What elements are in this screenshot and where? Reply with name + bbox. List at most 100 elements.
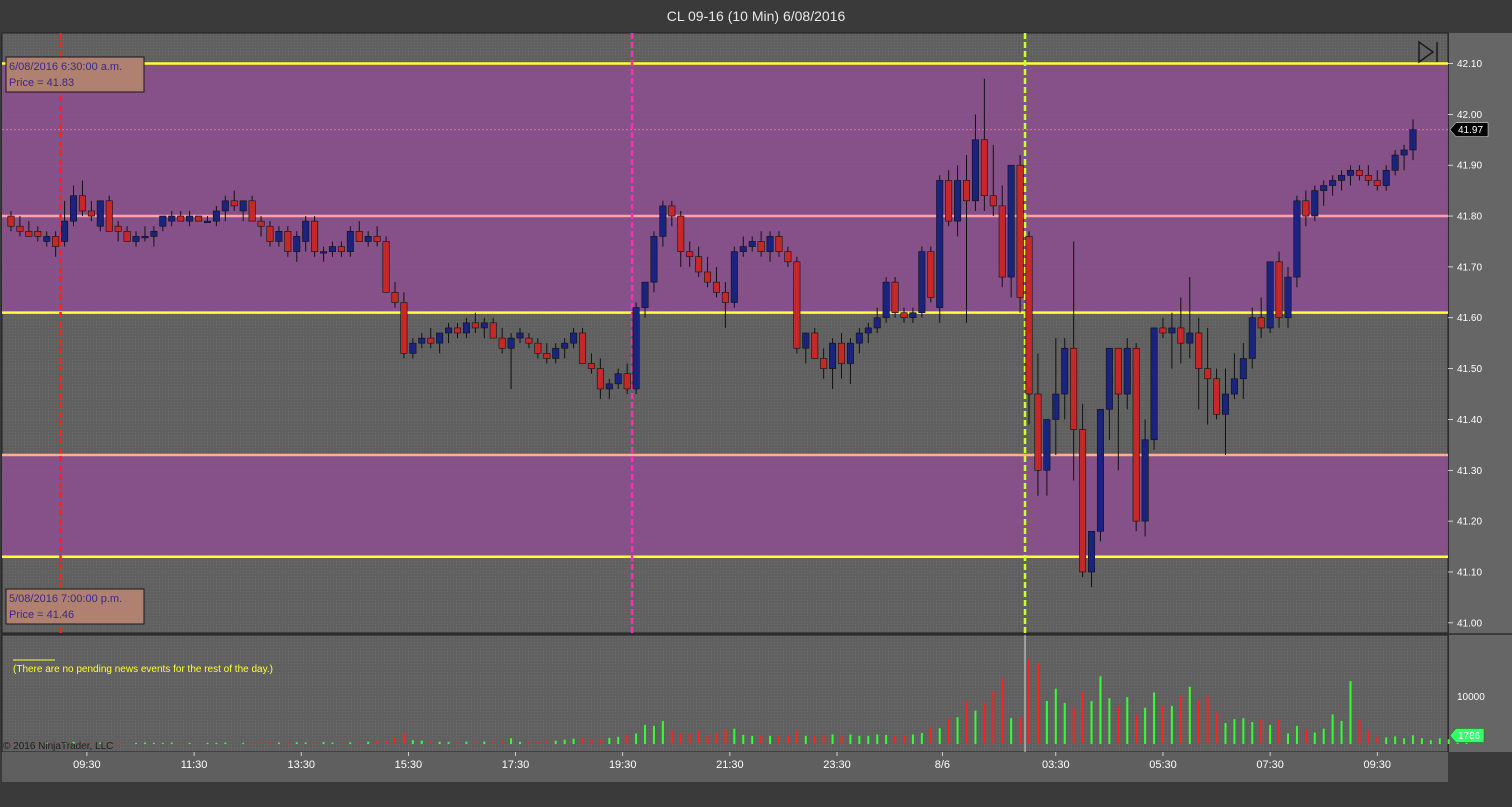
volume-bar-80 [724, 729, 727, 744]
candle-body [579, 332, 587, 364]
candle-body [400, 302, 408, 354]
candle-body [775, 236, 783, 252]
volume-bar-91 [822, 734, 825, 744]
candle-body [16, 225, 24, 232]
info-box-bottom-date: 5/08/2016 7:00:00 p.m. [9, 593, 122, 605]
candle-body [864, 327, 872, 334]
candle-body [186, 215, 194, 222]
candle-body [516, 332, 524, 339]
info-box-bottom[interactable]: 5/08/2016 7:00:00 p.m. Price = 41.46 [5, 588, 145, 625]
candle-body [1168, 327, 1176, 334]
candle-body [203, 220, 211, 223]
volume-bar-154 [1385, 737, 1388, 744]
candle-body [132, 236, 140, 242]
volume-bar-46 [420, 740, 423, 744]
volume-bar-86 [777, 736, 780, 744]
volume-bar-60 [545, 741, 548, 744]
candle-body [1079, 429, 1087, 573]
volume-bar-155 [1394, 736, 1397, 744]
volume-bar-150 [1349, 681, 1352, 744]
volume-bar-152 [1367, 730, 1370, 744]
candle-body [534, 342, 542, 354]
volume-bar-111 [1001, 678, 1004, 744]
scroll-to-end-button[interactable] [1414, 38, 1442, 66]
volume-bar-53 [483, 741, 486, 744]
time-tick-label-1: 11:30 [181, 759, 208, 771]
price-tick-label-11: 41.00 [1457, 618, 1482, 629]
volume-bar-27 [251, 742, 254, 744]
volume-bar-25 [233, 743, 236, 744]
candle-body [391, 292, 399, 303]
volume-bar-31 [286, 741, 289, 744]
candle-body [820, 358, 828, 369]
candle-body [1105, 347, 1113, 410]
candle-body [927, 251, 935, 298]
candle-body [87, 210, 95, 217]
candle-body [909, 312, 917, 319]
candle-body [677, 215, 685, 252]
time-tick-label-8: 8/6 [935, 759, 950, 771]
volume-bar-133 [1197, 700, 1200, 744]
candle-body [695, 256, 703, 273]
volume-bar-126 [1135, 714, 1138, 744]
candle-body [1150, 327, 1158, 441]
price-chart[interactable]: 42.10 42.00 41.90 41.80 41.70 41.60 41.50 41.40… [0, 0, 1512, 807]
candle-body [1132, 347, 1140, 522]
candle-body [1016, 164, 1024, 298]
candle-body [766, 236, 774, 252]
volume-bar-77 [697, 730, 700, 744]
volume-bar-44 [402, 733, 405, 744]
candle-body [1159, 327, 1167, 334]
volume-bar-93 [840, 736, 843, 744]
volume-bar-41 [376, 741, 379, 744]
volume-bar-158 [1420, 738, 1423, 744]
volume-bar-119 [1072, 707, 1075, 744]
volume-bar-18 [170, 742, 173, 744]
candle-body [855, 332, 863, 344]
candle-body [641, 281, 649, 308]
current-volume-label: 1786 [1458, 731, 1481, 742]
volume-bar-134 [1206, 696, 1209, 744]
volume-bar-153 [1376, 736, 1379, 744]
volume-bar-50 [456, 742, 459, 744]
candle-body [1347, 169, 1355, 176]
price-tick-label-1: 42.00 [1457, 110, 1482, 121]
candle-body [945, 180, 953, 222]
candle-body [320, 251, 328, 254]
candle-21 [195, 215, 203, 222]
price-tick-label-0: 42.10 [1457, 59, 1482, 70]
volume-bar-128 [1153, 692, 1156, 744]
candle-body [730, 251, 738, 303]
volume-bar-120 [1081, 691, 1084, 744]
volume-bar-54 [492, 741, 495, 744]
candle-128 [1150, 327, 1158, 450]
candle-body [1177, 327, 1185, 344]
volume-bar-135 [1215, 712, 1218, 744]
candle-body [596, 368, 604, 390]
volume-bar-29 [268, 742, 271, 744]
candle-body [1373, 180, 1381, 186]
volume-bar-136 [1224, 723, 1227, 744]
volume-bar-81 [733, 728, 736, 744]
candle-body [1141, 439, 1149, 522]
volume-bar-24 [224, 742, 227, 744]
candle-body [829, 342, 837, 369]
volume-bar-45 [411, 740, 414, 744]
candle-body [1409, 129, 1417, 151]
candle-body [1114, 347, 1122, 395]
candle-body [453, 327, 461, 334]
candle-body [1239, 358, 1247, 380]
volume-bar-34 [313, 742, 316, 744]
time-tick-label-11: 07:30 [1256, 759, 1284, 771]
volume-bar-138 [1242, 718, 1245, 744]
candle-body [1195, 332, 1203, 369]
info-box-top[interactable]: 6/08/2016 6:30:00 a.m. Price = 41.83 [5, 56, 145, 93]
candle-70 [632, 302, 640, 395]
volume-bar-13 [126, 743, 129, 744]
current-volume-badge: 1786 [1449, 728, 1485, 743]
candle-body [891, 281, 899, 313]
candle-body [328, 246, 336, 252]
volume-bar-87 [786, 735, 789, 744]
volume-bar-52 [474, 741, 477, 744]
candle-body [284, 231, 292, 252]
